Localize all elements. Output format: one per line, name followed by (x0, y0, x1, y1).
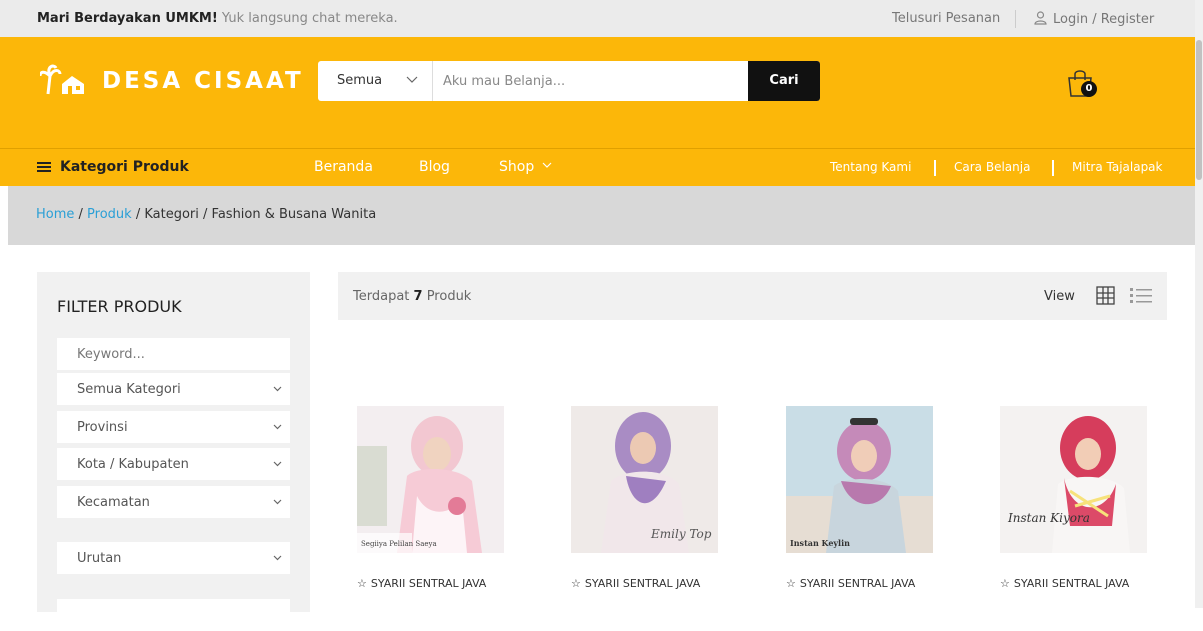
product-image[interactable]: Emily Top (571, 406, 718, 553)
view-label: View (1044, 289, 1075, 304)
category-select-label: Semua Kategori (77, 382, 181, 397)
filter-title: FILTER PRODUK (57, 297, 182, 316)
nav-divider (934, 160, 936, 176)
nav-link-blog[interactable]: Blog (419, 159, 450, 175)
search-bar: Semua Cari (318, 61, 820, 101)
store-name-label: SYARII SENTRAL JAVA (584, 577, 701, 590)
product-caption: Instan Kiyora (1007, 511, 1090, 525)
promo-bold: Mari Berdayakan UMKM! (37, 11, 218, 26)
search-input[interactable] (443, 67, 743, 95)
nav-link-beranda[interactable]: Beranda (314, 159, 373, 175)
promo-text: Mari Berdayakan UMKM! Yuk langsung chat … (37, 11, 398, 26)
breadcrumb-separator: / (131, 207, 145, 222)
scrollbar-thumb[interactable] (1196, 40, 1202, 180)
star-icon[interactable]: ☆ (1000, 577, 1010, 590)
store-name-label: SYARII SENTRAL JAVA (370, 577, 487, 590)
search-category-select[interactable]: Semua (318, 61, 433, 101)
store-name[interactable]: ☆ SYARII SENTRAL JAVA (357, 577, 486, 590)
track-order-link[interactable]: Telusuri Pesanan (892, 11, 1000, 26)
star-icon[interactable]: ☆ (571, 577, 581, 590)
product-image[interactable]: Instan Keylin (786, 406, 933, 553)
keyword-placeholder: Keyword... (77, 347, 145, 362)
chevron-down-icon (273, 461, 282, 467)
result-prefix: Terdapat (353, 289, 414, 304)
promo-message: Yuk langsung chat mereka. (217, 11, 398, 26)
top-bar: Mari Berdayakan UMKM! Yuk langsung chat … (0, 0, 1203, 37)
nav-link-tentang-kami[interactable]: Tentang Kami (830, 160, 911, 174)
result-suffix: Produk (422, 289, 472, 304)
chevron-down-icon (406, 76, 418, 83)
store-name[interactable]: ☆ SYARII SENTRAL JAVA (786, 577, 915, 590)
palm-house-logo-icon (40, 64, 84, 95)
district-select-label: Kecamatan (77, 495, 150, 510)
nav-link-mitra[interactable]: Mitra Tajalapak (1072, 160, 1163, 174)
search-category-label: Semua (337, 73, 383, 88)
breadcrumb-home[interactable]: Home (36, 207, 74, 222)
store-name-label: SYARII SENTRAL JAVA (1013, 577, 1130, 590)
user-icon (1034, 11, 1047, 25)
product-caption: Segiiya Pelilan Saeya (361, 540, 437, 548)
cart-count-badge: 0 (1081, 81, 1097, 97)
category-select[interactable]: Semua Kategori (57, 373, 290, 405)
nav-link-shop[interactable]: Shop (499, 159, 552, 175)
city-select-label: Kota / Kabupaten (77, 457, 189, 472)
store-name[interactable]: ☆ SYARII SENTRAL JAVA (571, 577, 700, 590)
breadcrumb: Home / Produk / Kategori / Fashion & Bus… (8, 186, 1195, 245)
chevron-down-icon (273, 555, 282, 561)
product-image[interactable]: Segiiya Pelilan Saeya (357, 406, 504, 553)
login-register-link[interactable]: Login / Register (1034, 11, 1154, 27)
cart-button[interactable]: 0 (1065, 68, 1101, 104)
chevron-down-icon (273, 386, 282, 392)
grid-view-icon[interactable] (1096, 286, 1115, 305)
breadcrumb-produk[interactable]: Produk (87, 207, 132, 222)
province-select[interactable]: Provinsi (57, 411, 290, 443)
product-card[interactable]: Segiiya Pelilan Saeya ☆ SYARII SENTRAL JA… (357, 406, 504, 590)
product-image[interactable]: Instan Kiyora (1000, 406, 1147, 553)
list-view-icon[interactable] (1130, 287, 1152, 304)
hamburger-icon (37, 160, 51, 174)
product-card[interactable]: Instan Keylin ☆ SYARII SENTRAL JAVA (786, 406, 933, 590)
sort-select-label: Urutan (77, 551, 122, 566)
store-name[interactable]: ☆ SYARII SENTRAL JAVA (1000, 577, 1129, 590)
chevron-down-icon (273, 499, 282, 505)
product-card[interactable]: Instan Kiyora ☆ SYARII SENTRAL JAVA (1000, 406, 1147, 590)
sort-select[interactable]: Urutan (57, 542, 290, 574)
categories-menu-button[interactable]: Kategori Produk (37, 159, 189, 175)
result-count: Terdapat 7 Produk (353, 289, 471, 304)
city-select[interactable]: Kota / Kabupaten (57, 448, 290, 480)
nav-divider (1052, 160, 1054, 176)
keyword-input[interactable]: Keyword... (57, 338, 290, 370)
product-caption: Emily Top (650, 527, 712, 541)
breadcrumb-kategori: Kategori (144, 207, 199, 222)
search-button[interactable]: Cari (748, 61, 820, 101)
store-name-label: SYARII SENTRAL JAVA (799, 577, 916, 590)
login-label: Login / Register (1053, 12, 1155, 27)
star-icon[interactable]: ☆ (357, 577, 367, 590)
topbar-divider (1015, 10, 1016, 28)
star-icon[interactable]: ☆ (786, 577, 796, 590)
product-card[interactable]: Emily Top ☆ SYARII SENTRAL JAVA (571, 406, 718, 590)
page-scrollbar[interactable] (1195, 0, 1203, 608)
breadcrumb-current: Fashion & Busana Wanita (211, 207, 377, 222)
breadcrumb-separator: / (74, 207, 88, 222)
nav-link-cara-belanja[interactable]: Cara Belanja (954, 160, 1030, 174)
district-select[interactable]: Kecamatan (57, 486, 290, 518)
product-caption: Instan Keylin (790, 538, 850, 548)
result-number: 7 (413, 289, 423, 304)
province-select-label: Provinsi (77, 420, 128, 435)
filter-sidebar: FILTER PRODUK Keyword... Semua Kategori … (37, 272, 310, 631)
chevron-down-icon (542, 162, 552, 168)
sidebar-extra-field[interactable] (57, 599, 290, 631)
main-nav: Kategori Produk Beranda Blog Shop Tentan… (0, 148, 1203, 186)
shop-label: Shop (499, 159, 535, 175)
breadcrumb-separator: / (198, 207, 212, 222)
chevron-down-icon (273, 424, 282, 430)
results-bar: Terdapat 7 Produk View (338, 272, 1167, 320)
categories-label: Kategori Produk (60, 159, 189, 175)
logo-wordmark: DESA CISAAT (102, 68, 304, 94)
